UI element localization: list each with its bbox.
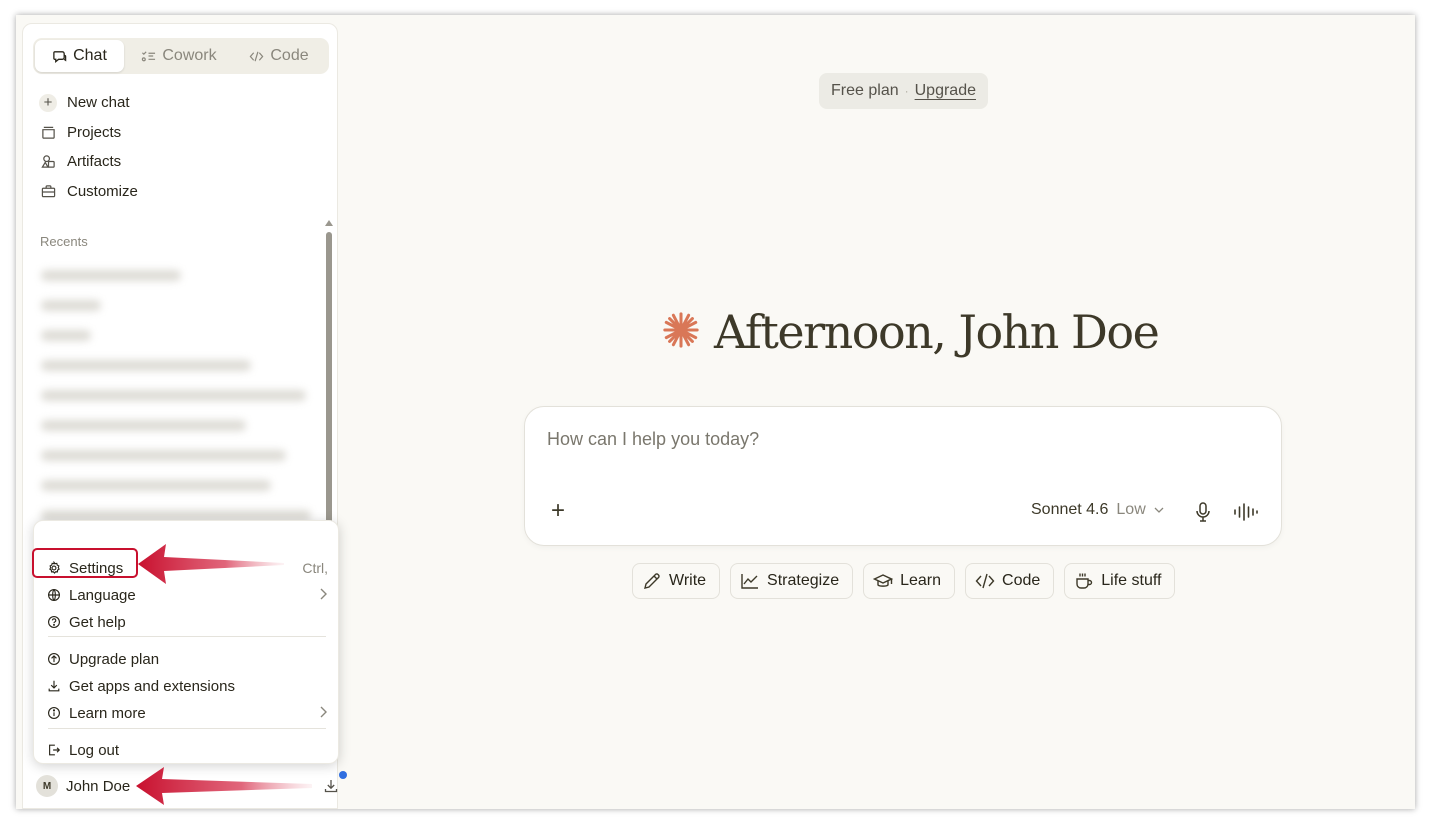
tab-code[interactable]: Code [234, 40, 324, 72]
sidebar-item-label: Projects [67, 123, 122, 141]
scrollbar-thumb[interactable] [326, 232, 332, 532]
logout-icon [46, 743, 61, 758]
chip-label: Code [1002, 572, 1041, 589]
chip-code[interactable]: Code [965, 563, 1055, 599]
settings-highlight-box [32, 548, 138, 578]
code-icon [249, 51, 264, 61]
microphone-icon[interactable] [1193, 501, 1213, 523]
shortcut-hint: Ctrl, [302, 560, 328, 576]
tab-chat[interactable]: Chat [35, 40, 124, 72]
claude-spark-icon [662, 311, 700, 354]
mode-tabs: Chat Cowork Code [33, 38, 329, 74]
code-icon [975, 573, 995, 589]
sidebar-item-label: New chat [67, 94, 130, 112]
menu-item-label: Get help [69, 613, 126, 631]
folder-icon [39, 123, 57, 141]
info-circle-icon [46, 706, 61, 721]
menu-item-get-help[interactable]: Get help [46, 609, 328, 635]
voice-mode-icon[interactable] [1233, 501, 1259, 523]
briefcase-icon [39, 182, 57, 200]
menu-item-log-out[interactable]: Log out [46, 737, 328, 763]
avatar: M [36, 775, 58, 797]
sidebar-item-label: Customize [67, 182, 138, 200]
pencil-icon [644, 573, 660, 589]
chip-learn[interactable]: Learn [863, 563, 956, 599]
add-attachment-button[interactable]: + [551, 499, 565, 523]
sidebar-item-new-chat[interactable]: + New chat [39, 88, 323, 118]
message-input[interactable] [547, 429, 1247, 450]
menu-item-label: Learn more [69, 704, 146, 722]
tab-cowork[interactable]: Cowork [124, 40, 234, 72]
graduation-cap-icon [873, 574, 894, 587]
tab-cowork-label: Cowork [162, 47, 217, 64]
sidebar-item-artifacts[interactable]: Artifacts [39, 147, 323, 177]
tab-chat-label: Chat [73, 47, 107, 64]
greeting: Afternoon, John Doe [662, 305, 1160, 359]
upgrade-link[interactable]: Upgrade [915, 82, 976, 100]
chevron-right-icon [318, 705, 328, 722]
shapes-icon [39, 153, 57, 171]
arrow-up-circle-icon [46, 652, 61, 667]
chevron-right-icon [318, 587, 328, 604]
list-item[interactable] [41, 420, 246, 431]
help-circle-icon [46, 615, 61, 630]
suggestion-chips: Write Strategize Learn Code Life stuff [632, 563, 1176, 599]
chevron-down-icon [1154, 501, 1164, 519]
list-item[interactable] [41, 450, 286, 461]
list-item[interactable] [41, 360, 251, 371]
greeting-text: Afternoon, John Doe [714, 305, 1160, 359]
line-chart-icon [741, 574, 759, 589]
sidebar-nav: + New chat Projects Artifacts Customize [39, 88, 323, 206]
menu-item-label: Log out [69, 741, 120, 759]
chip-label: Strategize [767, 572, 840, 589]
checklist-icon [142, 50, 156, 61]
plan-separator: · [904, 84, 909, 98]
menu-item-label: Get apps and extensions [69, 677, 235, 695]
menu-divider [48, 636, 326, 637]
chat-bubble-icon [53, 50, 67, 63]
annotation-arrow-settings [138, 544, 284, 584]
chip-life-stuff[interactable]: Life stuff [1064, 563, 1176, 599]
scrollbar[interactable] [325, 220, 333, 540]
annotation-arrow-user [136, 767, 312, 805]
download-icon [46, 679, 61, 694]
app-window: Chat Cowork Code + New chat Projects Art… [16, 15, 1415, 809]
coffee-cup-icon [1076, 573, 1093, 589]
chip-label: Learn [900, 572, 942, 589]
chip-label: Life stuff [1101, 572, 1162, 589]
menu-divider [48, 728, 326, 729]
list-item[interactable] [41, 480, 271, 491]
list-item[interactable] [41, 270, 181, 281]
chip-write[interactable]: Write [632, 563, 721, 599]
menu-item-upgrade-plan[interactable]: Upgrade plan [46, 646, 328, 672]
sidebar-item-label: Artifacts [67, 153, 122, 171]
effort-level: Low [1116, 501, 1146, 518]
menu-item-learn-more[interactable]: Learn more [46, 700, 328, 726]
recents-list-blurred [37, 260, 317, 530]
model-selector[interactable]: Sonnet 4.6 Low [1031, 501, 1164, 519]
menu-item-label: Upgrade plan [69, 650, 160, 668]
menu-item-label: Language [69, 586, 136, 604]
sidebar-item-customize[interactable]: Customize [39, 177, 323, 207]
chip-strategize[interactable]: Strategize [730, 563, 854, 599]
tab-code-label: Code [270, 47, 309, 64]
list-item[interactable] [41, 330, 91, 341]
chip-label: Write [669, 572, 707, 589]
message-composer: + Sonnet 4.6 Low [524, 406, 1282, 546]
model-name: Sonnet 4.6 [1031, 501, 1109, 518]
notification-dot [339, 771, 347, 779]
globe-icon [46, 588, 61, 603]
download-icon[interactable] [323, 778, 339, 794]
plan-badge: Free plan · Upgrade [819, 73, 988, 109]
user-name: John Doe [66, 777, 131, 795]
recents-heading: Recents [40, 234, 88, 249]
scroll-up-arrow-icon[interactable] [325, 220, 333, 226]
sidebar-item-projects[interactable]: Projects [39, 118, 323, 148]
list-item[interactable] [41, 390, 306, 401]
menu-item-get-apps[interactable]: Get apps and extensions [46, 673, 328, 699]
plan-label: Free plan [831, 82, 899, 99]
plus-icon: + [39, 93, 57, 112]
list-item[interactable] [41, 300, 101, 311]
